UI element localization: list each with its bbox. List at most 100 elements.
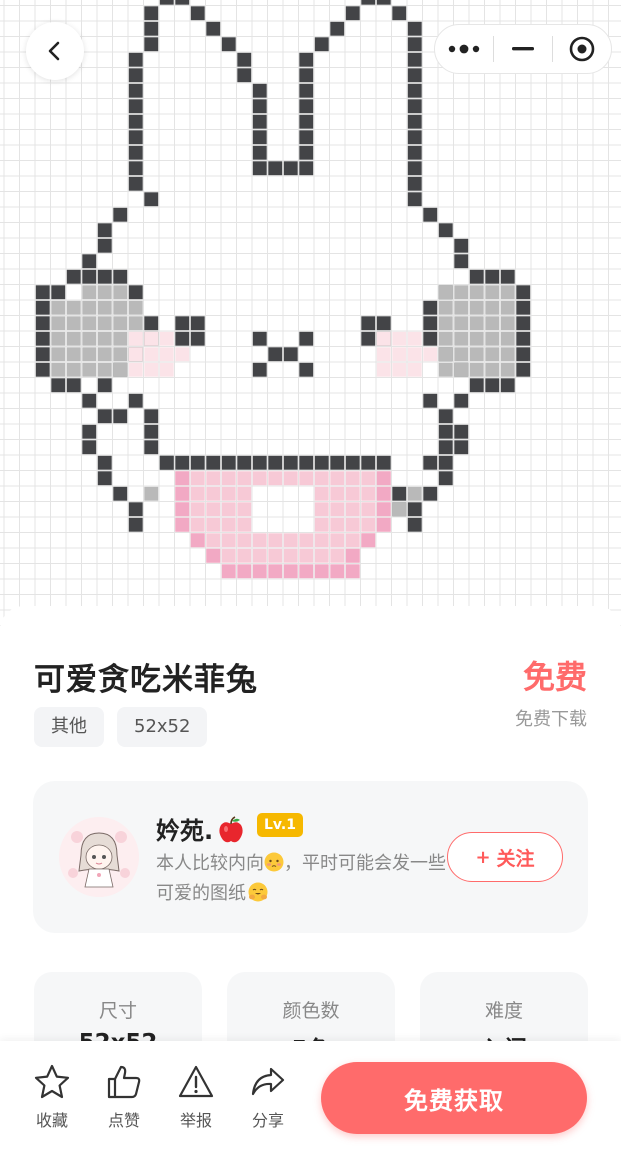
report-button[interactable]: 举报 — [170, 1063, 222, 1131]
pattern-bead — [469, 300, 484, 315]
pattern-bead — [97, 285, 112, 300]
pattern-bead — [485, 316, 500, 331]
pattern-bead — [252, 145, 267, 160]
pattern-bead — [144, 347, 159, 362]
pattern-bead — [438, 409, 453, 424]
pattern-bead — [252, 564, 267, 579]
pattern-bead — [500, 378, 515, 393]
pattern-bead — [66, 362, 81, 377]
pattern-bead — [361, 486, 376, 501]
favorite-button[interactable]: 收藏 — [26, 1063, 78, 1131]
pattern-bead — [407, 83, 422, 98]
price-label: 免费 — [522, 658, 587, 696]
report-label: 举报 — [179, 1111, 212, 1130]
author-bio: 本人比较内向 ，平时可能会发一些可爱的图纸 — [156, 849, 446, 909]
more-button[interactable] — [435, 25, 493, 73]
minimize-button[interactable] — [494, 25, 552, 73]
pattern-bead — [500, 269, 515, 284]
pattern-bead — [407, 176, 422, 191]
pattern-bead — [51, 316, 66, 331]
pattern-bead — [268, 471, 283, 486]
pattern-bead — [330, 564, 345, 579]
pattern-bead — [330, 533, 345, 548]
follow-button[interactable]: + 关注 — [447, 832, 563, 882]
pattern-bead — [113, 409, 128, 424]
pattern-bead — [345, 502, 360, 517]
pattern-bead — [51, 331, 66, 346]
pattern-bead — [175, 316, 190, 331]
pattern-bead — [82, 393, 97, 408]
pattern-bead — [159, 331, 174, 346]
pattern-bead — [283, 161, 298, 176]
pattern-bead — [454, 393, 469, 408]
pattern-bead — [299, 471, 314, 486]
pattern-bead — [128, 145, 143, 160]
level-badge: Lv.1 — [257, 813, 303, 837]
pattern-bead — [314, 502, 329, 517]
pattern-bead — [423, 347, 438, 362]
pattern-bead — [97, 455, 112, 470]
pattern-bead — [469, 285, 484, 300]
pattern-bead — [144, 316, 159, 331]
pattern-bead — [175, 331, 190, 346]
pattern-bead — [268, 564, 283, 579]
pattern-bead — [252, 533, 267, 548]
pattern-bead — [376, 0, 391, 5]
pattern-bead — [392, 486, 407, 501]
pattern-bead — [159, 0, 174, 5]
pattern-bead — [361, 533, 376, 548]
share-icon — [251, 1067, 285, 1096]
pattern-bead — [221, 471, 236, 486]
pattern-bead — [345, 564, 360, 579]
pattern-bead — [283, 455, 298, 470]
share-button[interactable]: 分享 — [242, 1063, 294, 1131]
pattern-bead — [97, 223, 112, 238]
pattern-bead — [128, 300, 143, 315]
pattern-bead — [454, 347, 469, 362]
get-free-button[interactable]: 免费获取 — [321, 1062, 587, 1134]
pattern-bead — [252, 471, 267, 486]
pattern-bead — [485, 347, 500, 362]
pattern-bead — [237, 68, 252, 83]
pattern-bead — [330, 455, 345, 470]
pattern-bead — [35, 347, 50, 362]
pattern-bead — [500, 362, 515, 377]
pattern-bead — [516, 362, 531, 377]
pattern-bead — [454, 238, 469, 253]
pattern-bead — [206, 502, 221, 517]
like-button[interactable]: 点赞 — [98, 1063, 150, 1131]
pattern-bead — [392, 6, 407, 21]
pattern-bead — [283, 533, 298, 548]
pattern-bead — [175, 0, 190, 5]
pattern-bead — [423, 393, 438, 408]
pattern-bead — [66, 331, 81, 346]
pattern-bead — [438, 285, 453, 300]
back-button[interactable] — [26, 22, 84, 80]
pattern-bead — [423, 455, 438, 470]
pattern-bead — [299, 533, 314, 548]
pattern-bead — [407, 52, 422, 67]
pattern-bead — [190, 6, 205, 21]
pattern-bead — [66, 269, 81, 284]
miniprogram-capsule — [434, 24, 612, 74]
pattern-bead — [128, 393, 143, 408]
pattern-bead — [82, 440, 97, 455]
close-button[interactable] — [553, 25, 611, 73]
pattern-bead — [454, 362, 469, 377]
category-tag: 其他 — [34, 707, 104, 747]
pattern-bead — [175, 347, 190, 362]
pattern-bead — [516, 331, 531, 346]
pattern-bead — [299, 362, 314, 377]
pattern-bead — [51, 285, 66, 300]
pattern-bead — [190, 486, 205, 501]
pattern-bead — [82, 424, 97, 439]
avatar[interactable] — [59, 817, 139, 897]
pattern-bead — [376, 331, 391, 346]
pattern-bead — [82, 316, 97, 331]
pattern-bead — [82, 331, 97, 346]
pattern-bead — [97, 378, 112, 393]
author-name[interactable]: 妗苑. — [156, 811, 213, 846]
pattern-bead — [299, 548, 314, 563]
warning-icon — [178, 1065, 214, 1098]
pattern-bead — [376, 316, 391, 331]
